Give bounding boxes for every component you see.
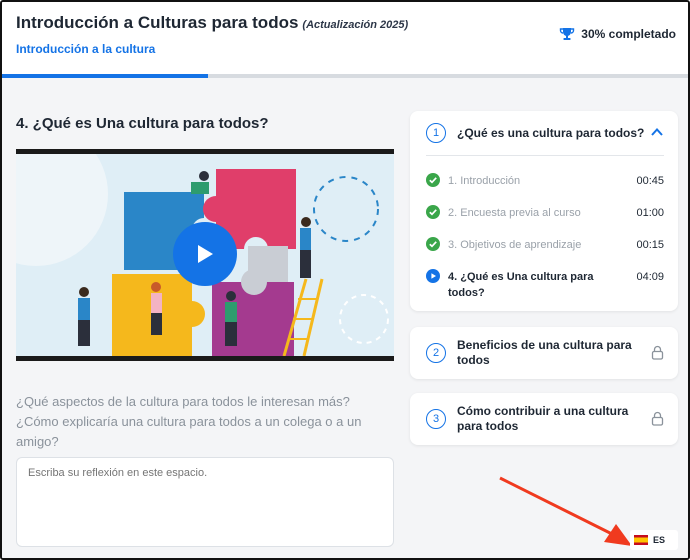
lesson-duration: 00:15 (636, 239, 664, 251)
lesson-title: 4. ¿Qué es Una cultura para todos? (16, 115, 269, 132)
lesson-item-2[interactable]: 2. Encuesta previa al curso 01:00 (426, 205, 664, 221)
lesson-item-1[interactable]: 1. Introducción 00:45 (426, 173, 664, 189)
progress-summary: 30% completado (559, 26, 676, 42)
lesson-duration: 01:00 (636, 207, 664, 219)
module-number-2: 2 (426, 343, 446, 363)
module-title-2: Beneficios de una cultura para todos (457, 338, 632, 367)
lesson-name: 1. Introducción (448, 175, 521, 187)
lesson-content: 4. ¿Qué es Una cultura para todos? ¿Qué … (2, 78, 688, 558)
progress-text: 30% completado (581, 27, 676, 41)
course-title-text: Introducción a Culturas para todos (16, 13, 299, 32)
module-number-3: 3 (426, 409, 446, 429)
module-card-3[interactable]: 3 Cómo contribuir a una cultura para tod… (410, 393, 678, 445)
app-window: Introducción a Culturas para todos (Actua… (0, 0, 690, 560)
lock-icon (651, 345, 664, 360)
lesson-item-3[interactable]: 3. Objetivos de aprendizaje 00:15 (426, 237, 664, 253)
play-icon (198, 245, 213, 263)
check-circle-icon (426, 173, 440, 187)
trophy-icon (560, 28, 575, 40)
module-title-1[interactable]: ¿Qué es una cultura para todos? (457, 126, 647, 141)
chevron-up-icon[interactable] (650, 125, 664, 139)
reflection-textarea[interactable] (16, 457, 394, 547)
lesson-duration: 00:45 (636, 175, 664, 187)
lesson-name: 4. ¿Qué es Una cultura para todos? (448, 271, 594, 299)
play-button[interactable] (173, 222, 237, 286)
lesson-name: 3. Objetivos de aprendizaje (448, 239, 582, 251)
lesson-item-4-current[interactable]: 4. ¿Qué es Una cultura para todos? 04:09 (426, 269, 664, 301)
module-divider (426, 155, 664, 156)
language-selector[interactable]: ES (630, 530, 678, 550)
module-title-3: Cómo contribuir a una cultura para todos (457, 404, 629, 433)
module-card-2[interactable]: 2 Beneficios de una cultura para todos (410, 327, 678, 379)
flag-spain-icon (634, 535, 648, 545)
check-circle-icon (426, 205, 440, 219)
lesson-duration: 04:09 (636, 271, 664, 283)
video-player[interactable] (16, 149, 394, 361)
reflection-question: ¿Qué aspectos de la cultura para todos l… (16, 394, 362, 449)
module-number-1: 1 (426, 123, 446, 143)
language-code: ES (653, 535, 666, 545)
lock-icon (651, 411, 664, 426)
section-breadcrumb-link[interactable]: Introducción a la cultura (16, 42, 155, 56)
module-card-1: 1 ¿Qué es una cultura para todos? 1. Int… (410, 111, 678, 311)
video-thumbnail (16, 154, 394, 356)
update-note: (Actualización 2025) (302, 19, 409, 31)
play-circle-icon (426, 269, 440, 283)
course-title: Introducción a Culturas para todos (Actua… (16, 13, 408, 33)
course-header: Introducción a Culturas para todos (Actua… (2, 2, 688, 74)
lesson-name: 2. Encuesta previa al curso (448, 207, 581, 219)
check-circle-icon (426, 237, 440, 251)
